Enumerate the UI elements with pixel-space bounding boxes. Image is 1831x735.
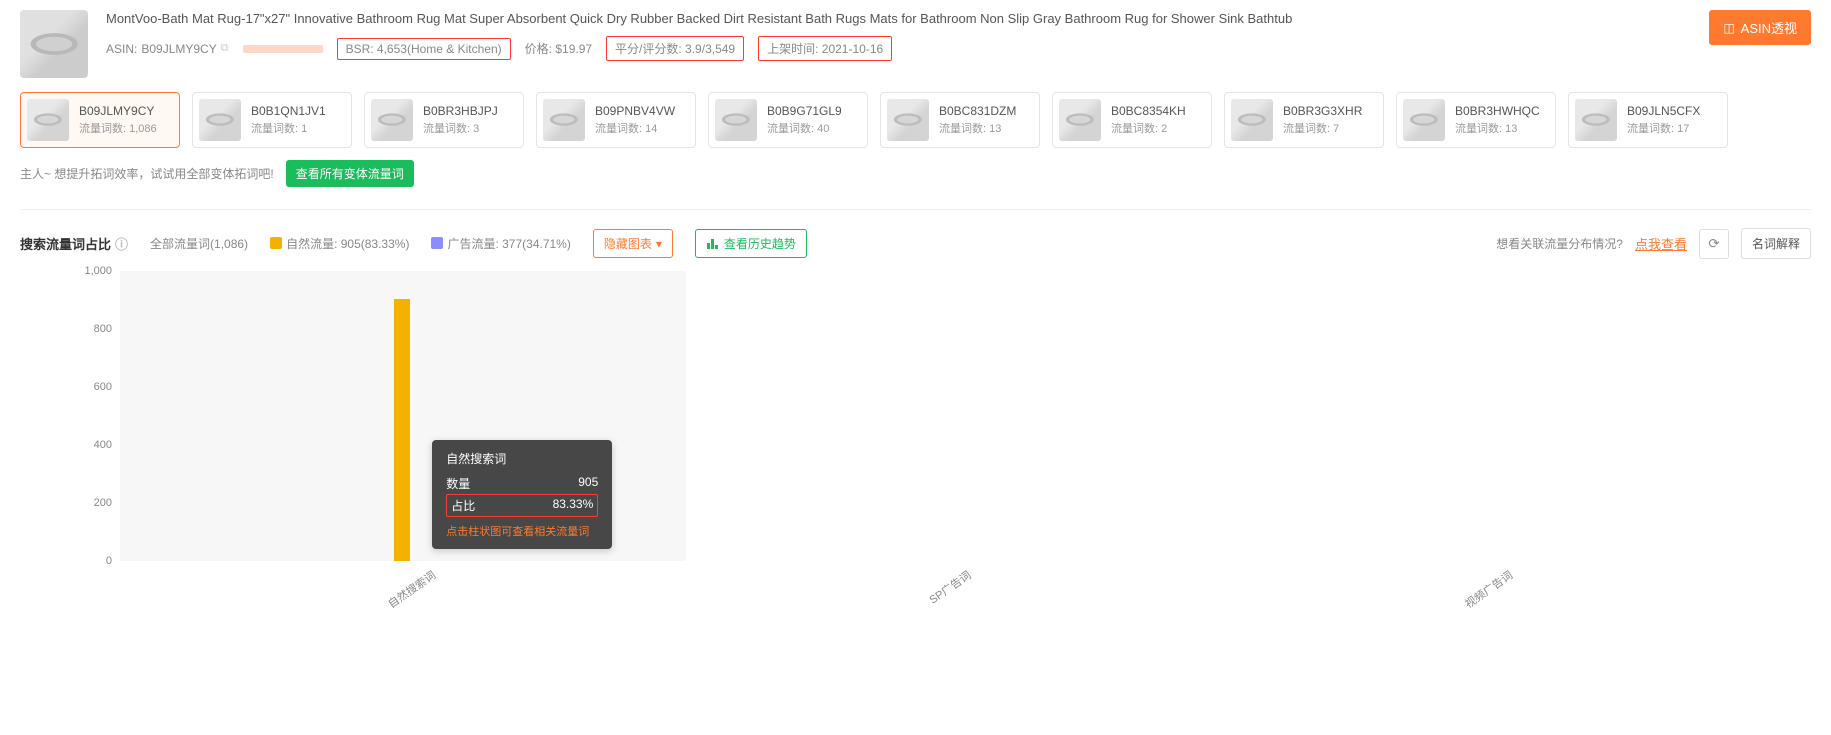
y-axis: 02004006008001,000 (60, 271, 120, 561)
tip-text: 主人~ 想提升拓词效率，试试用全部变体拓词吧! (20, 165, 274, 182)
chart-tooltip: 自然搜索词 数量 905 占比 83.33% 点击柱状图可查看相关流量词 (432, 440, 612, 549)
variant-count: 流量词数: 1 (251, 120, 326, 136)
bar-chart[interactable]: 02004006008001,000 自然搜索词SP广告词视频广告词 自然搜索词… (60, 271, 1771, 601)
x-axis: 自然搜索词SP广告词视频广告词 (120, 561, 1761, 601)
chart-bar[interactable] (933, 489, 949, 562)
variant-list: B09JLMY9CY流量词数: 1,086B0B1QN1JV1流量词数: 1B0… (20, 92, 1811, 148)
x-tick: SP广告词 (925, 567, 973, 607)
variant-count: 流量词数: 7 (1283, 120, 1362, 136)
total-keywords: 全部流量词(1,086) (150, 235, 248, 252)
listed-date-box: 上架时间: 2021-10-16 (758, 36, 892, 61)
cube-icon: ◫ (1723, 21, 1734, 35)
refresh-button[interactable]: ⟳ (1699, 229, 1729, 259)
info-icon[interactable]: ⓘ (115, 234, 128, 253)
glossary-button[interactable]: 名词解释 (1741, 228, 1811, 259)
external-link-icon[interactable]: ⧉ (221, 42, 229, 55)
tooltip-qty-value: 905 (578, 475, 598, 492)
variant-count: 流量词数: 3 (423, 120, 498, 136)
variant-thumb (27, 99, 69, 141)
variant-thumb (543, 99, 585, 141)
variant-card[interactable]: B0BC8354KH 流量词数: 2 (1052, 92, 1212, 148)
variant-thumb (1231, 99, 1273, 141)
variant-asin: B0B1QN1JV1 (251, 104, 326, 118)
tooltip-title: 自然搜索词 (446, 450, 598, 467)
view-history-button[interactable]: 查看历史趋势 (695, 229, 807, 258)
variant-thumb (371, 99, 413, 141)
chart-bar[interactable] (1471, 515, 1487, 561)
chevron-down-icon: ▾ (656, 237, 662, 251)
natural-traffic-legend: 自然流量: 905(83.33%) (270, 235, 409, 252)
variant-thumb (1575, 99, 1617, 141)
variant-thumb (887, 99, 929, 141)
variant-card[interactable]: B0BR3HBJPJ 流量词数: 3 (364, 92, 524, 148)
variant-card[interactable]: B0BR3G3XHR 流量词数: 7 (1224, 92, 1384, 148)
tooltip-share-label: 占比 (451, 497, 475, 514)
ad-traffic-legend: 广告流量: 377(34.71%) (431, 235, 570, 252)
variant-count: 流量词数: 13 (1455, 120, 1540, 136)
variant-card[interactable]: B0B9G71GL9 流量词数: 40 (708, 92, 868, 148)
chart-bar[interactable] (394, 299, 410, 561)
variant-count: 流量词数: 13 (939, 120, 1016, 136)
mini-chart (243, 45, 323, 53)
variant-card[interactable]: B09PNBV4VW 流量词数: 14 (536, 92, 696, 148)
variant-thumb (1059, 99, 1101, 141)
variant-card[interactable]: B09JLMY9CY 流量词数: 1,086 (20, 92, 180, 148)
x-tick: 自然搜索词 (385, 567, 439, 612)
variant-thumb (199, 99, 241, 141)
asin-perspective-button[interactable]: ◫ ASIN透视 (1709, 10, 1811, 45)
variant-asin: B09JLMY9CY (79, 104, 157, 118)
variant-count: 流量词数: 40 (767, 120, 842, 136)
variant-asin: B0BR3G3XHR (1283, 104, 1362, 118)
view-all-variant-keywords-button[interactable]: 查看所有变体流量词 (286, 160, 414, 187)
bar-chart-icon (706, 239, 718, 249)
assoc-question: 想看关联流量分布情况? (1496, 235, 1623, 252)
variant-asin: B0BC8354KH (1111, 104, 1186, 118)
variant-card[interactable]: B0BC831DZM 流量词数: 13 (880, 92, 1040, 148)
refresh-icon: ⟳ (1708, 236, 1719, 252)
tooltip-qty-label: 数量 (446, 475, 470, 492)
product-title: MontVoo-Bath Mat Rug-17"x27" Innovative … (106, 10, 1691, 28)
variant-asin: B0BC831DZM (939, 104, 1016, 118)
section-title: 搜索流量词占比 ⓘ (20, 234, 128, 253)
variant-card[interactable]: B0BR3HWHQC 流量词数: 13 (1396, 92, 1556, 148)
variant-asin: B0B9G71GL9 (767, 104, 842, 118)
x-tick: 视频广告词 (1461, 567, 1515, 612)
tooltip-hint: 点击柱状图可查看相关流量词 (446, 523, 598, 539)
rating-box: 平分/评分数: 3.9/3,549 (606, 36, 744, 61)
assoc-link[interactable]: 点我查看 (1635, 234, 1687, 253)
ad-swatch-icon (431, 237, 443, 249)
tooltip-share-value: 83.33% (553, 497, 594, 514)
natural-swatch-icon (270, 237, 282, 249)
variant-thumb (715, 99, 757, 141)
product-image (20, 10, 88, 78)
variant-asin: B09JLN5CFX (1627, 104, 1700, 118)
hide-chart-button[interactable]: 隐藏图表 ▾ (593, 229, 673, 258)
price: 价格: $19.97 (525, 40, 592, 57)
variant-card[interactable]: B0B1QN1JV1 流量词数: 1 (192, 92, 352, 148)
variant-card[interactable]: B09JLN5CFX 流量词数: 17 (1568, 92, 1728, 148)
variant-count: 流量词数: 2 (1111, 120, 1186, 136)
variant-asin: B09PNBV4VW (595, 104, 675, 118)
variant-count: 流量词数: 1,086 (79, 120, 157, 136)
bsr-box: BSR: 4,653(Home & Kitchen) (337, 38, 511, 60)
variant-thumb (1403, 99, 1445, 141)
asin-label: ASIN: B09JLMY9CY ⧉ (106, 42, 229, 56)
plot-area[interactable] (120, 271, 1761, 561)
variant-count: 流量词数: 17 (1627, 120, 1700, 136)
variant-asin: B0BR3HWHQC (1455, 104, 1540, 118)
variant-count: 流量词数: 14 (595, 120, 675, 136)
variant-asin: B0BR3HBJPJ (423, 104, 498, 118)
